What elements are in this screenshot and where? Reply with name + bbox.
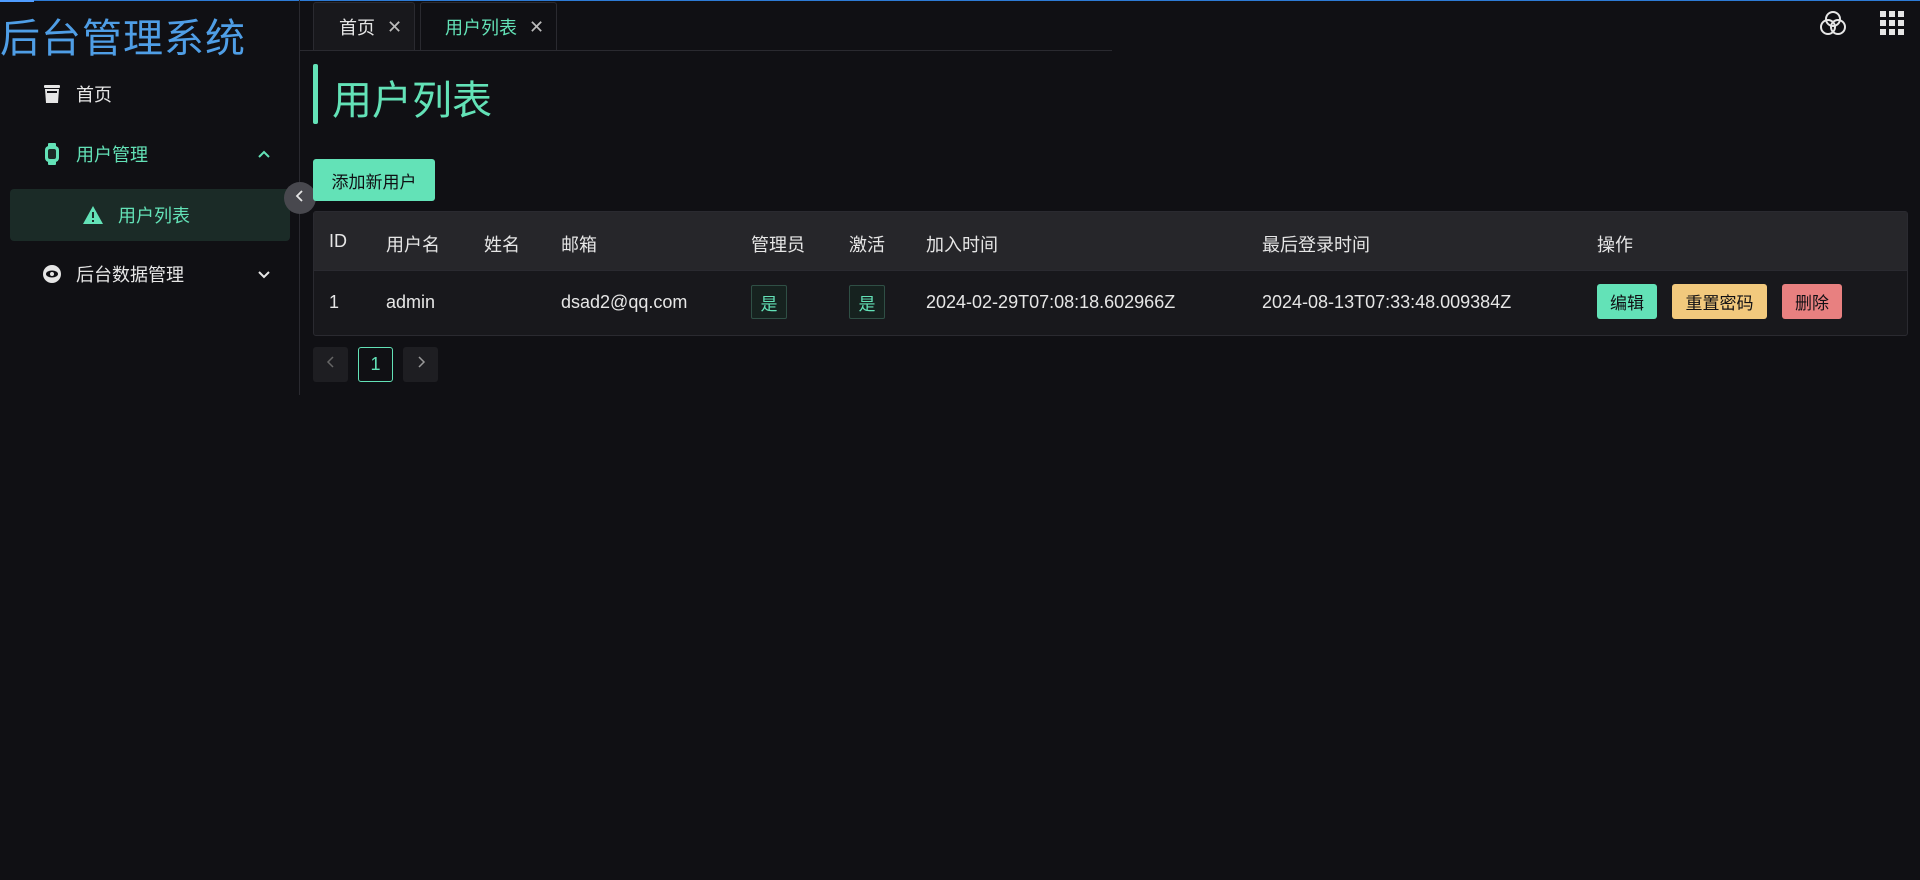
column-header-joined: 加入时间 <box>926 235 998 255</box>
chevron-right-icon <box>414 355 428 374</box>
chevron-down-icon <box>254 264 274 284</box>
page-title-accent <box>313 64 318 124</box>
column-header-actions: 操作 <box>1597 235 1633 255</box>
watch-icon <box>42 143 62 165</box>
pagination-prev-button[interactable] <box>313 347 348 382</box>
sidebar-item-data-management[interactable]: 后台数据管理 <box>10 248 290 300</box>
eye-icon <box>42 264 62 284</box>
add-user-button[interactable]: 添加新用户 <box>313 159 435 201</box>
tab-home[interactable]: 首页 ✕ <box>313 2 415 51</box>
app-logo-title: 后台管理系统 <box>0 16 246 62</box>
page-title: 用户列表 <box>332 78 492 124</box>
admin-status-badge: 是 <box>751 285 787 319</box>
column-header-id: ID <box>329 231 347 251</box>
chevron-left-icon <box>292 188 308 209</box>
edit-button[interactable]: 编辑 <box>1597 284 1657 319</box>
column-header-email: 邮箱 <box>561 235 597 255</box>
sidebar-item-home[interactable]: 首页 <box>10 68 290 120</box>
sidebar: 后台管理系统 首页 用户管理 用户列表 后台数据管理 <box>0 0 300 395</box>
column-header-username: 用户名 <box>386 235 440 255</box>
sidebar-item-label: 后台数据管理 <box>76 265 184 285</box>
tab-user-list[interactable]: 用户列表 ✕ <box>420 2 557 51</box>
user-table: ID 用户名 姓名 邮箱 管理员 激活 加入时间 最后登录时间 操作 1 adm… <box>313 211 1908 336</box>
pagination-next-button[interactable] <box>403 347 438 382</box>
column-header-name: 姓名 <box>484 235 520 255</box>
sidebar-collapse-button[interactable] <box>284 182 316 214</box>
cell-username: admin <box>386 292 436 312</box>
sidebar-item-label: 用户列表 <box>118 206 190 226</box>
column-header-active: 激活 <box>849 235 885 255</box>
reset-password-button[interactable]: 重置密码 <box>1672 284 1767 319</box>
sidebar-item-label: 首页 <box>76 85 112 105</box>
tab-label: 首页 <box>339 18 375 38</box>
sidebar-item-user-list[interactable]: 用户列表 <box>10 189 290 241</box>
close-icon[interactable]: ✕ <box>387 17 402 38</box>
cell-id: 1 <box>329 292 340 312</box>
tab-label: 用户列表 <box>445 18 517 38</box>
tabbar-divider <box>300 50 1112 51</box>
cell-last-login: 2024-08-13T07:33:48.009384Z <box>1262 292 1512 312</box>
table-header: ID 用户名 姓名 邮箱 管理员 激活 加入时间 最后登录时间 操作 <box>314 212 1907 271</box>
chevron-up-icon <box>254 144 274 164</box>
table-row: 1 admin dsad2@qq.com 是 是 2024-02-29T07:0… <box>314 271 1907 335</box>
sidebar-item-user-management[interactable]: 用户管理 <box>10 128 290 180</box>
column-header-last-login: 最后登录时间 <box>1262 235 1370 255</box>
warning-icon <box>82 204 104 226</box>
cell-email: dsad2@qq.com <box>561 292 688 312</box>
pagination-page-1[interactable]: 1 <box>358 347 393 382</box>
apps-grid-icon[interactable] <box>1877 8 1907 38</box>
chevron-left-icon <box>324 355 338 374</box>
active-status-badge: 是 <box>849 285 885 319</box>
sidebar-item-label: 用户管理 <box>76 145 148 165</box>
column-header-admin: 管理员 <box>751 235 805 255</box>
close-icon[interactable]: ✕ <box>529 17 544 38</box>
theme-circles-icon[interactable] <box>1818 8 1848 38</box>
cell-joined: 2024-02-29T07:08:18.602966Z <box>926 292 1176 312</box>
delete-button[interactable]: 删除 <box>1782 284 1842 319</box>
trash-can-icon <box>42 84 62 104</box>
